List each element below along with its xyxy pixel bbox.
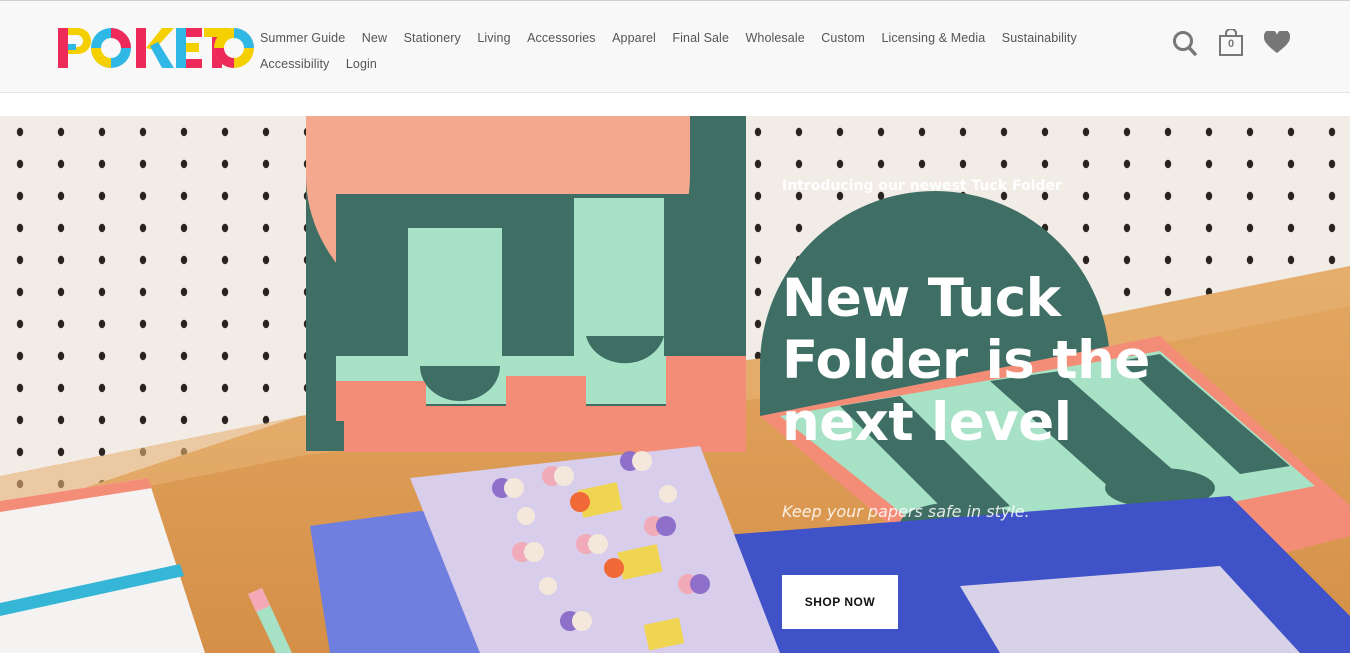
main-navigation: Summer Guide New Stationery Living Acces… <box>260 25 1100 77</box>
logo-wordmark <box>58 28 254 68</box>
shopping-bag-icon[interactable]: 0 <box>1218 28 1244 57</box>
nav-item-summer-guide[interactable]: Summer Guide <box>260 31 345 45</box>
search-icon[interactable] <box>1172 29 1198 57</box>
nav-item-stationery[interactable]: Stationery <box>404 31 461 45</box>
nav-item-custom[interactable]: Custom <box>821 31 865 45</box>
nav-item-accessibility[interactable]: Accessibility <box>260 57 329 71</box>
nav-item-new[interactable]: New <box>362 31 387 45</box>
hero-title: New Tuck Folder is the next level <box>782 268 1150 453</box>
nav-item-wholesale[interactable]: Wholesale <box>746 31 805 45</box>
hero-banner: Introducing our newest Tuck Folder New T… <box>0 116 1350 653</box>
header-spacer <box>0 93 1350 116</box>
poketo-logo[interactable] <box>58 26 256 70</box>
header-actions: 0 <box>1172 28 1291 57</box>
nav-item-living[interactable]: Living <box>477 31 510 45</box>
nav-item-login[interactable]: Login <box>346 57 377 71</box>
cart-count-badge: 0 <box>1227 38 1235 50</box>
nav-item-accessories[interactable]: Accessories <box>527 31 595 45</box>
hero-subtitle: Keep your papers safe in style. <box>782 502 1030 521</box>
nav-row-primary: Summer Guide New Stationery Living Acces… <box>260 25 1100 51</box>
shop-now-button[interactable]: SHOP NOW <box>782 575 898 629</box>
site-header: Summer Guide New Stationery Living Acces… <box>0 0 1350 93</box>
nav-item-sustainability[interactable]: Sustainability <box>1002 31 1077 45</box>
nav-item-licensing-media[interactable]: Licensing & Media <box>881 31 985 45</box>
nav-item-final-sale[interactable]: Final Sale <box>672 31 729 45</box>
nav-row-secondary: Accessibility Login <box>260 51 1100 77</box>
hero-eyebrow: Introducing our newest Tuck Folder <box>782 178 1062 194</box>
heart-icon[interactable] <box>1263 29 1291 55</box>
nav-item-apparel[interactable]: Apparel <box>612 31 656 45</box>
